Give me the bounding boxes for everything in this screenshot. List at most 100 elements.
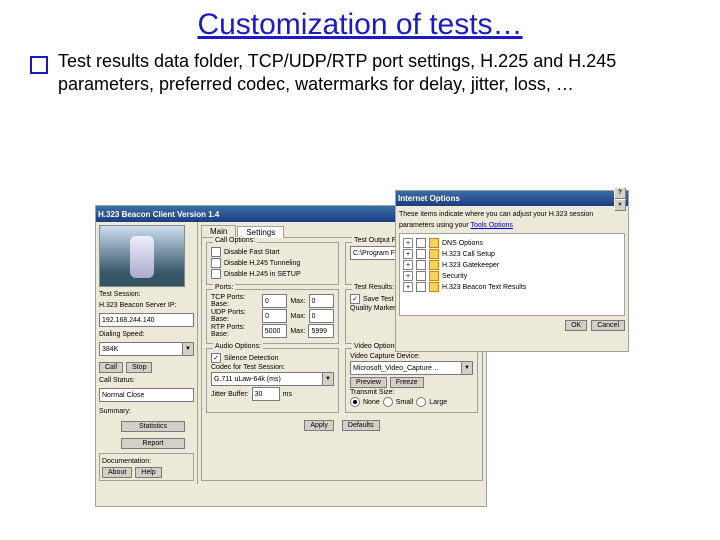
summary-label: Summary:	[99, 408, 194, 415]
ports-legend: Ports:	[213, 284, 235, 291]
freeze-button[interactable]: Freeze	[390, 377, 424, 388]
udp-ports-row: UDP Ports: Base: 0 Max: 0	[211, 309, 334, 323]
call-button[interactable]: Call	[99, 362, 123, 373]
call-status-label: Call Status:	[99, 377, 194, 384]
checkbox-icon[interactable]	[416, 260, 426, 270]
radio-none[interactable]	[350, 397, 360, 407]
tree-label: H.323 Call Setup	[442, 251, 495, 258]
options-tree[interactable]: + DNS Options + H.323 Call Setup + H.323 Ga…	[399, 233, 625, 316]
max-label: Max:	[290, 328, 305, 335]
chk-fast-start[interactable]: Disable Fast Start	[211, 247, 334, 257]
chk-label: Disable Fast Start	[224, 249, 280, 256]
tree-item[interactable]: + H.323 Call Setup	[403, 249, 621, 259]
tree-label: DNS Options	[442, 240, 483, 247]
slide-title: Customization of tests…	[0, 0, 720, 42]
expand-icon[interactable]: +	[403, 249, 413, 259]
documentation-label: Documentation:	[102, 458, 191, 465]
chk-h245-tunnel[interactable]: Disable H.245 Tunneling	[211, 258, 334, 268]
call-status-value: Normal Close	[99, 388, 194, 402]
help-button[interactable]: Help	[135, 467, 161, 478]
bullet-text: Test results data folder, TCP/UDP/RTP po…	[58, 50, 690, 95]
ok-button[interactable]: OK	[565, 320, 587, 331]
chk-label: Disable H.245 in SETUP	[224, 271, 301, 278]
help-icon[interactable]: ?	[614, 187, 626, 199]
row-label: TCP Ports: Base:	[211, 294, 259, 308]
radio-small[interactable]	[383, 397, 393, 407]
video-device-select[interactable]: Microsoft_Video_Capture… ▼	[350, 361, 473, 375]
checkbox-icon[interactable]	[416, 249, 426, 259]
jitter-unit: ms	[283, 391, 292, 398]
about-button[interactable]: About	[102, 467, 132, 478]
app-logo-image	[99, 225, 185, 287]
rtp-max-input[interactable]: 5999	[308, 324, 334, 338]
jitter-label: Jitter Buffer:	[211, 391, 249, 398]
stop-button[interactable]: Stop	[126, 362, 152, 373]
tools-options-link[interactable]: Tools Options	[470, 222, 512, 229]
checkbox-icon: ✓	[350, 294, 360, 304]
apply-button[interactable]: Apply	[304, 420, 334, 431]
options-hint-2: parameters using your Tools Options	[399, 222, 625, 229]
dialing-speed-value: 384K	[99, 342, 183, 356]
radio-label: None	[363, 399, 380, 406]
udp-base-input[interactable]: 0	[262, 309, 287, 323]
sidebar: Test Session: H.323 Beacon Server IP: 19…	[96, 222, 198, 484]
close-icon[interactable]: ×	[614, 199, 626, 211]
audio-options-group: Audio Options: ✓Silence Detection Codec …	[206, 348, 339, 413]
max-label: Max:	[290, 313, 305, 320]
folder-icon	[429, 271, 439, 281]
codec-value: G.711 uLaw-64k (ms)	[211, 372, 323, 386]
options-title: Internet Options	[398, 194, 460, 203]
codec-label: Codec for Test Session:	[211, 364, 334, 371]
checkbox-icon[interactable]	[416, 282, 426, 292]
checkbox-icon[interactable]	[416, 238, 426, 248]
folder-icon	[429, 238, 439, 248]
preview-button[interactable]: Preview	[350, 377, 387, 388]
tree-label: H.323 Beacon Text Results	[442, 284, 526, 291]
chk-h245-setup[interactable]: Disable H.245 in SETUP	[211, 269, 334, 279]
checkbox-icon[interactable]	[416, 271, 426, 281]
tree-item[interactable]: +Security	[403, 271, 621, 281]
call-options-legend: Call Options:	[213, 237, 257, 244]
chevron-down-icon[interactable]: ▼	[183, 342, 194, 356]
radio-large[interactable]	[416, 397, 426, 407]
cancel-button[interactable]: Cancel	[591, 320, 625, 331]
call-options-group: Call Options: Disable Fast Start Disable…	[206, 242, 339, 285]
chevron-down-icon[interactable]: ▼	[323, 372, 334, 386]
codec-select[interactable]: G.711 uLaw-64k (ms) ▼	[211, 372, 334, 386]
tree-label: H.323 Gatekeeper	[442, 262, 499, 269]
tab-main[interactable]: Main	[201, 225, 236, 237]
tcp-max-input[interactable]: 0	[309, 294, 335, 308]
audio-options-legend: Audio Options:	[213, 343, 263, 350]
jitter-input[interactable]: 30	[252, 387, 280, 401]
bullet-icon	[30, 56, 48, 74]
server-ip-label: H.323 Beacon Server IP:	[99, 302, 194, 309]
radio-label: Large	[429, 399, 447, 406]
chevron-down-icon[interactable]: ▼	[462, 361, 473, 375]
expand-icon[interactable]: +	[403, 282, 413, 292]
bullet-row: Test results data folder, TCP/UDP/RTP po…	[0, 42, 720, 97]
chk-silence[interactable]: ✓Silence Detection	[211, 353, 334, 363]
expand-icon[interactable]: +	[403, 271, 413, 281]
folder-icon	[429, 249, 439, 259]
test-session-label: Test Session:	[99, 291, 194, 298]
dialing-speed-select[interactable]: 384K ▼	[99, 342, 194, 356]
expand-icon[interactable]: +	[403, 260, 413, 270]
tree-item[interactable]: + H.323 Gatekeeper	[403, 260, 621, 270]
rtp-ports-row: RTP Ports: Base: 5000 Max: 5999	[211, 324, 334, 338]
tcp-base-input[interactable]: 0	[262, 294, 288, 308]
defaults-button[interactable]: Defaults	[342, 420, 380, 431]
udp-max-input[interactable]: 0	[309, 309, 334, 323]
radio-label: Small	[396, 399, 414, 406]
options-titlebar[interactable]: Internet Options ? ×	[396, 191, 628, 206]
chk-label: Silence Detection	[224, 355, 278, 362]
tree-item[interactable]: + H.323 Beacon Text Results	[403, 282, 621, 292]
expand-icon[interactable]: +	[403, 238, 413, 248]
ports-group: Ports: TCP Ports: Base: 0 Max: 0 UDP Por…	[206, 289, 339, 344]
report-button[interactable]: Report	[121, 438, 185, 449]
server-ip-input[interactable]: 192.168.244.140	[99, 313, 194, 327]
rtp-base-input[interactable]: 5000	[262, 324, 288, 338]
video-device-value: Microsoft_Video_Capture…	[350, 361, 462, 375]
tree-item[interactable]: + DNS Options	[403, 238, 621, 248]
tcp-ports-row: TCP Ports: Base: 0 Max: 0	[211, 294, 334, 308]
statistics-button[interactable]: Statistics	[121, 421, 185, 432]
